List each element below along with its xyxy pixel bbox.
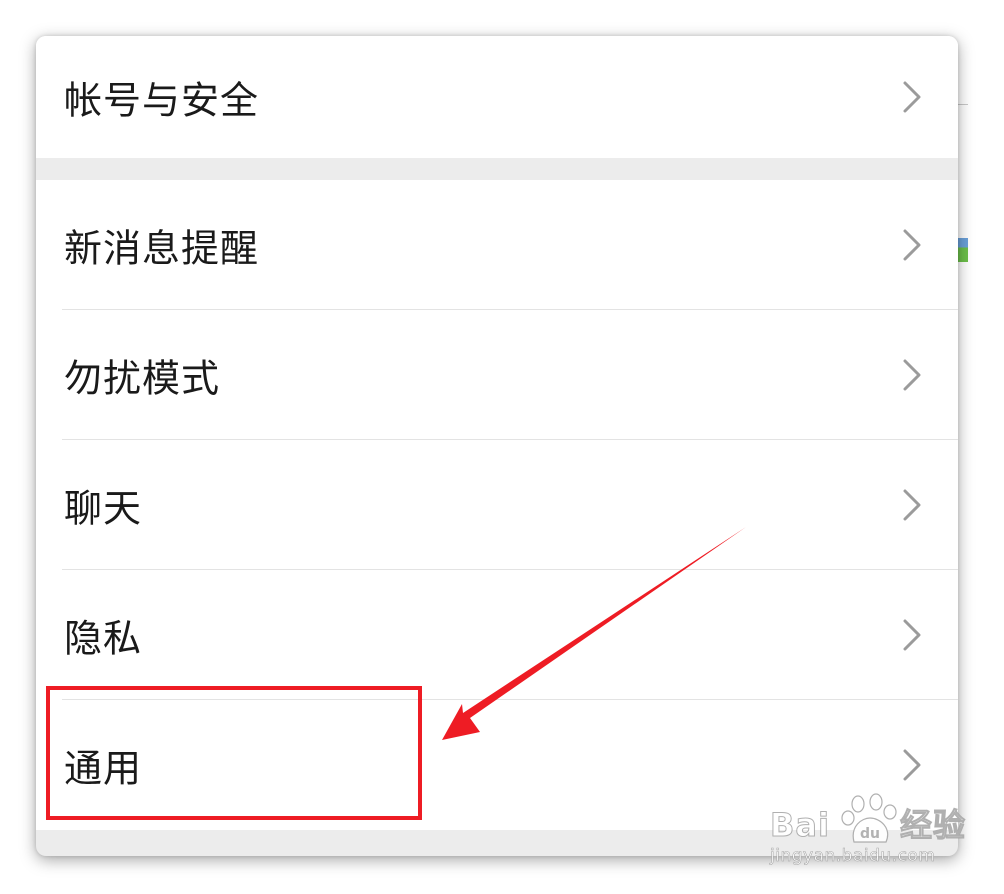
settings-group-main: 新消息提醒 勿扰模式 聊天 隐私 通用 (36, 180, 958, 830)
chevron-right-icon (903, 229, 921, 261)
settings-item-privacy[interactable]: 隐私 (36, 570, 958, 700)
settings-item-account-security[interactable]: 帐号与安全 (36, 36, 958, 158)
chevron-right-icon (903, 489, 921, 521)
settings-item-general[interactable]: 通用 (36, 700, 958, 830)
settings-item-label: 隐私 (64, 616, 143, 661)
chevron-right-icon (903, 81, 921, 113)
settings-item-label: 新消息提醒 (64, 226, 260, 271)
settings-item-label: 通用 (64, 746, 143, 791)
settings-item-new-message-notifications[interactable]: 新消息提醒 (36, 180, 958, 310)
chevron-right-icon (903, 359, 921, 391)
settings-item-label: 帐号与安全 (64, 78, 260, 123)
settings-screenshot: 帐号与安全 新消息提醒 勿扰模式 聊天 隐私 通用 (36, 36, 958, 856)
chevron-right-icon (903, 749, 921, 781)
settings-item-label: 勿扰模式 (64, 356, 221, 401)
settings-item-do-not-disturb[interactable]: 勿扰模式 (36, 310, 958, 440)
background-color-peek (958, 238, 968, 262)
settings-item-label: 聊天 (64, 486, 143, 531)
background-divider-peek (958, 104, 968, 105)
settings-item-chat[interactable]: 聊天 (36, 440, 958, 570)
settings-group-account: 帐号与安全 (36, 36, 958, 158)
chevron-right-icon (903, 619, 921, 651)
